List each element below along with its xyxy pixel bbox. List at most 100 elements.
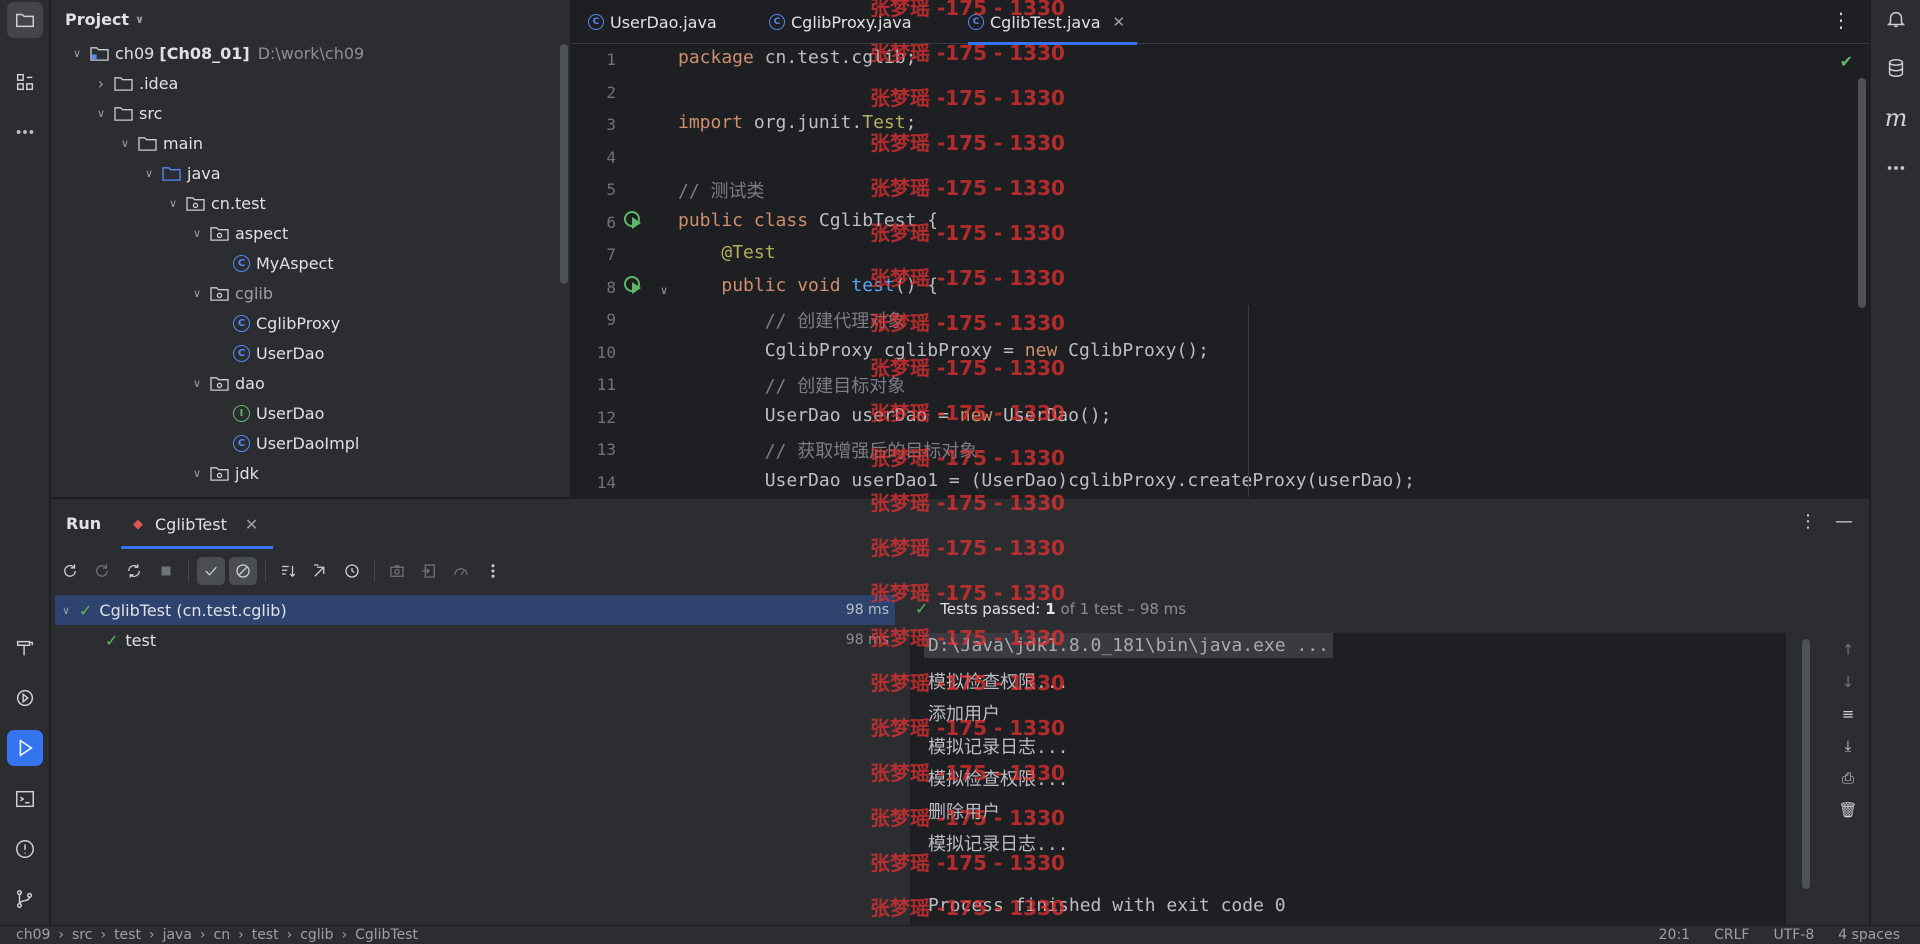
check-icon: ✓	[79, 600, 93, 620]
project-scrollbar[interactable]	[560, 44, 568, 284]
terminal-tool-button[interactable]	[7, 781, 43, 817]
class-icon: C	[769, 14, 785, 30]
build-tool-button[interactable]	[7, 630, 43, 666]
tree-item[interactable]: C MyAspect	[51, 248, 570, 278]
run-method-gutter-icon[interactable]	[624, 276, 644, 296]
breadcrumb-item[interactable]: test	[114, 927, 141, 943]
history-button[interactable]	[338, 557, 366, 585]
breadcrumb-item[interactable]: ch09	[16, 927, 50, 943]
breadcrumb-item[interactable]: cglib	[300, 927, 333, 943]
problems-tool-button[interactable]	[7, 831, 43, 867]
structure-tool-button[interactable]	[7, 64, 43, 100]
rerun-button[interactable]	[56, 557, 84, 585]
scroll-to-end-icon[interactable]: ⤓	[1837, 737, 1859, 755]
collapse-icon	[314, 564, 325, 577]
stop-button[interactable]	[152, 557, 180, 585]
check-icon	[205, 566, 217, 576]
maven-button[interactable]: m	[1878, 100, 1914, 136]
show-passed-button[interactable]	[197, 557, 225, 585]
close-icon[interactable]: ✕	[1113, 13, 1126, 31]
line-number: 9	[606, 310, 616, 329]
line-number: 3	[606, 115, 616, 134]
chevron-down-icon[interactable]: ∨	[189, 287, 205, 300]
tree-item[interactable]: ∨ java	[51, 158, 570, 188]
tree-item[interactable]: ∨ dao	[51, 368, 570, 398]
console-area: ✓ Tests passed: 1 of 1 test – 98 ms D:\J…	[910, 499, 1869, 926]
run-class-gutter-icon[interactable]	[624, 211, 644, 231]
chevron-down-icon[interactable]: ∨	[189, 227, 205, 240]
tree-item[interactable]: ∨ cn.test	[51, 188, 570, 218]
notifications-button[interactable]	[1878, 1, 1914, 37]
show-ignored-button[interactable]	[229, 557, 257, 585]
caret-position[interactable]: 20:1	[1659, 927, 1690, 943]
git-tool-button[interactable]	[7, 881, 43, 917]
tab-cglibtest[interactable]: C CglibTest.java ✕	[968, 0, 1138, 45]
test-suite-row[interactable]: ∨ ✓ CglibTest (cn.test.cglib) 98 ms	[55, 595, 895, 625]
chevron-down-icon[interactable]: ∨	[69, 47, 85, 60]
breadcrumb-item[interactable]: java	[163, 927, 192, 943]
soft-wrap-icon[interactable]: ≡	[1837, 705, 1859, 723]
project-tool-button[interactable]	[7, 2, 43, 38]
inspection-ok-icon[interactable]: ✔	[1840, 52, 1853, 71]
file-encoding[interactable]: UTF-8	[1773, 927, 1814, 943]
class-icon: C	[233, 314, 250, 332]
run-tool-button[interactable]	[7, 730, 43, 766]
more-right-tools-button[interactable]	[1878, 150, 1914, 186]
tree-item[interactable]: › .idea	[51, 68, 570, 98]
toggle-auto-test-button[interactable]	[120, 557, 148, 585]
editor-scrollbar[interactable]	[1858, 78, 1866, 308]
breadcrumb-item[interactable]: CglibTest	[355, 927, 418, 943]
chevron-down-icon[interactable]: ∨	[189, 377, 205, 390]
line-ending[interactable]: CRLF	[1714, 927, 1749, 943]
coverage-button[interactable]	[447, 557, 475, 585]
indent-setting[interactable]: 4 spaces	[1838, 927, 1900, 943]
tree-item[interactable]: ∨ ch09 [Ch08_01] D:\work\ch09	[51, 38, 570, 68]
breadcrumb-item[interactable]: src	[72, 927, 92, 943]
sort-button[interactable]	[274, 557, 302, 585]
import-results-button[interactable]	[415, 557, 443, 585]
tree-item[interactable]: I UserDao	[51, 398, 570, 428]
tree-item-label: .idea	[139, 73, 179, 93]
print-icon[interactable]: ⎙	[1837, 769, 1859, 787]
database-button[interactable]	[1878, 50, 1914, 86]
trash-icon[interactable]: 🗑	[1837, 801, 1859, 819]
chevron-down-icon[interactable]: ∨	[189, 467, 205, 480]
folder-icon	[16, 13, 34, 28]
console-scrollbar[interactable]	[1802, 639, 1810, 889]
chevron-down-icon[interactable]: ∨	[117, 137, 133, 150]
more-tools-button[interactable]	[7, 114, 43, 150]
breadcrumb-item[interactable]: cn	[214, 927, 231, 943]
services-tool-button[interactable]	[7, 680, 43, 716]
rerun-failed-button[interactable]	[88, 557, 116, 585]
tree-item[interactable]: C UserDao	[51, 338, 570, 368]
tab-userdao[interactable]: C UserDao.java	[588, 0, 717, 44]
tree-item[interactable]: ∨ main	[51, 128, 570, 158]
arrow-up-icon[interactable]: ↑	[1837, 641, 1859, 659]
chevron-down-icon[interactable]: ∨	[165, 197, 181, 210]
tree-item[interactable]: ∨ cglib	[51, 278, 570, 308]
test-case-row[interactable]: ✓ test 98 ms	[55, 625, 895, 655]
fold-chevron-icon[interactable]: ∨	[660, 284, 668, 297]
more-vertical-icon[interactable]: ⋮	[1831, 8, 1851, 32]
chevron-down-icon[interactable]: ∨	[141, 167, 157, 180]
collapse-all-button[interactable]	[306, 557, 334, 585]
tree-item[interactable]: ∨ jdk	[51, 458, 570, 488]
close-icon[interactable]: ✕	[245, 515, 258, 534]
tree-item[interactable]: ∨ src	[51, 98, 570, 128]
tree-item[interactable]: C UserDaoImpl	[51, 428, 570, 458]
chevron-right-icon[interactable]: ›	[93, 74, 109, 93]
tree-item-label: src	[139, 103, 163, 123]
tree-item[interactable]: C CglibProxy	[51, 308, 570, 338]
project-header[interactable]: Project ∨	[51, 0, 570, 38]
arrow-down-icon[interactable]: ↓	[1837, 673, 1859, 691]
screenshot-button[interactable]	[383, 557, 411, 585]
run-tab-cglibtest[interactable]: ◆ CglibTest ✕	[121, 499, 273, 549]
console-output[interactable]: D:\Java\jdk1.8.0_181\bin\java.exe ... 模拟检…	[910, 633, 1786, 926]
toolbar-separator	[188, 560, 189, 582]
tab-cglibproxy[interactable]: C CglibProxy.java	[769, 0, 912, 44]
more-options-button[interactable]	[479, 557, 507, 585]
tree-item[interactable]: ∨ aspect	[51, 218, 570, 248]
chevron-down-icon[interactable]: ∨	[93, 107, 109, 120]
check-icon: ✓	[105, 630, 119, 650]
breadcrumb-item[interactable]: test	[252, 927, 279, 943]
